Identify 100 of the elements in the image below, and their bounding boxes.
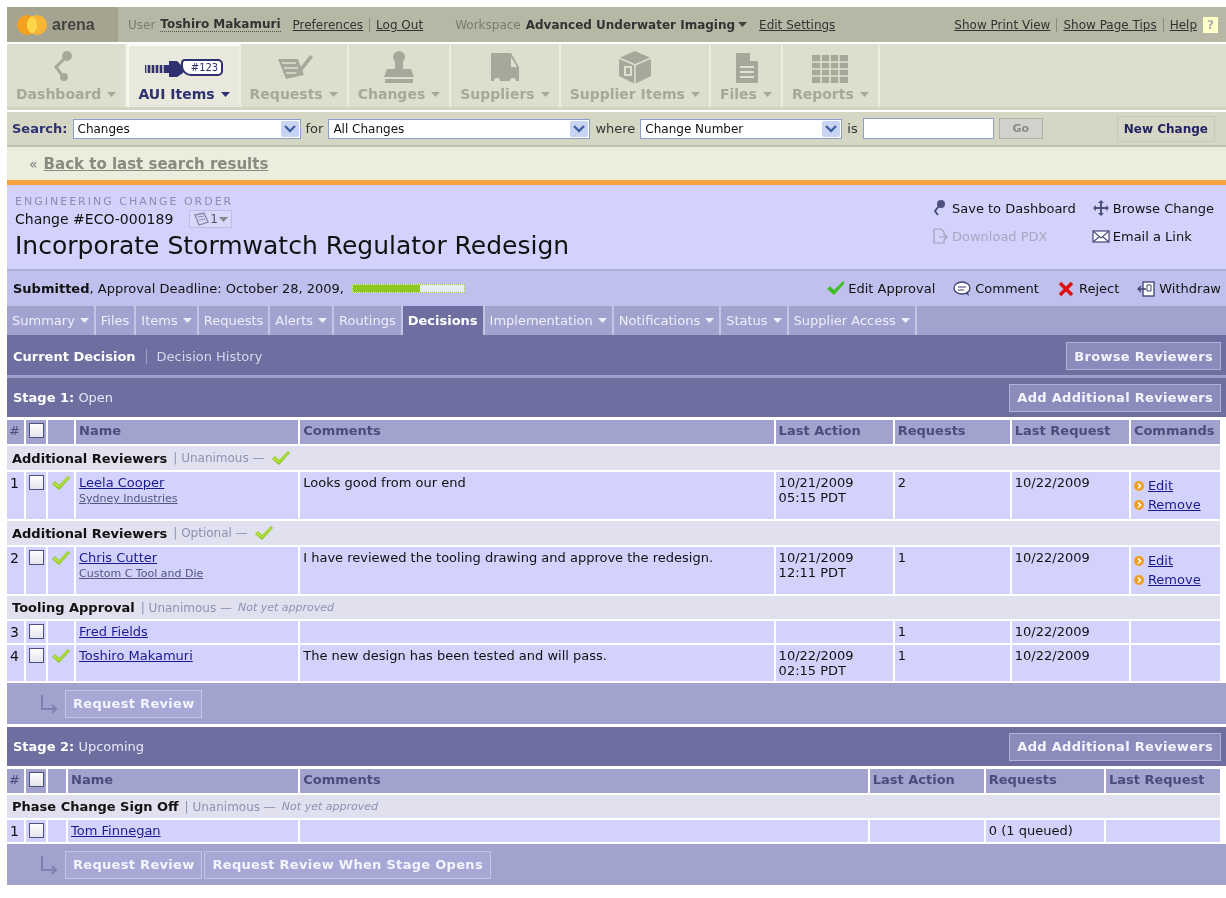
table-cell: 2	[894, 472, 1012, 521]
reviewer-link[interactable]: Chris Cutter	[79, 550, 296, 565]
table-cell: 10/22/2009	[1011, 547, 1131, 596]
column-header: #	[7, 769, 26, 795]
company-link[interactable]: Sydney Industries	[79, 492, 296, 505]
approval-status: Not yet approved	[238, 601, 335, 614]
column-header: #	[7, 420, 26, 446]
approval-rule: | Optional —	[173, 526, 248, 540]
checkbox[interactable]	[29, 423, 44, 438]
table-cell: 1	[7, 820, 26, 844]
nav-tab-label: AUI Items	[138, 86, 215, 102]
table-cell: 10/22/2009	[1011, 472, 1131, 521]
column-header: Last Action	[775, 420, 895, 446]
approval-rule: | Unanimous —	[184, 799, 276, 814]
dropdown-field[interactable]: Changes	[72, 118, 301, 139]
user-label: User	[128, 17, 156, 32]
logo-text: arena	[52, 15, 95, 34]
check-icon	[826, 279, 845, 298]
table-cell: I have reviewed the tooling drawing and approve the redesign.	[300, 547, 776, 596]
status-action-link[interactable]: Comment	[953, 279, 1039, 298]
command-link[interactable]: Remove	[1133, 497, 1217, 512]
tag-badge: #123	[180, 58, 224, 76]
column-header: Last Request	[1011, 420, 1131, 446]
top-link[interactable]: Log Out	[369, 17, 430, 32]
stage-title: Stage 2: Upcoming	[13, 739, 145, 754]
status-text: Submitted, Approval Deadline: October 28, 2009,	[13, 281, 344, 296]
search-label: Search:	[12, 121, 68, 136]
dropdown-field[interactable]: All Changes	[328, 118, 591, 139]
caret-icon	[220, 91, 230, 97]
back-link[interactable]: Back to last search results	[43, 154, 269, 173]
column-header: Requests	[894, 420, 1012, 446]
status-action-link[interactable]: Withdraw	[1137, 279, 1221, 298]
column-header: Last Action	[869, 769, 986, 795]
envelope-icon	[1091, 227, 1110, 245]
checkbox[interactable]	[29, 772, 44, 787]
tab[interactable]: Decisions	[402, 306, 485, 335]
header-action-link[interactable]: Save to Dashboard	[931, 199, 1076, 217]
caret-icon	[859, 91, 869, 97]
top-link[interactable]: Show Page Tips	[1056, 17, 1163, 32]
browse-reviewers-button[interactable]: Browse Reviewers	[1066, 342, 1221, 370]
change-number: Change #ECO-000189	[15, 211, 174, 227]
change-type: ENGINEERING CHANGE ORDER	[15, 195, 235, 208]
status-action-link[interactable]: Reject	[1056, 279, 1120, 298]
table-cell: 4	[7, 645, 26, 683]
edit-settings-link[interactable]: Edit Settings	[753, 17, 842, 32]
checkbox[interactable]	[29, 648, 44, 663]
caret-icon	[705, 318, 715, 323]
approval-status: Not yet approved	[281, 800, 378, 813]
pages-icon	[193, 212, 210, 226]
add-reviewers-button[interactable]: Add Additional Reviewers	[1009, 383, 1221, 412]
decision-tab[interactable]: Decision History	[145, 348, 273, 364]
command-link[interactable]: Edit	[1133, 478, 1217, 493]
caret-icon	[318, 318, 328, 323]
where-label: where	[595, 121, 636, 136]
table-cell: 1	[894, 645, 1012, 683]
decision-tab[interactable]: Current Decision	[13, 348, 146, 364]
top-link[interactable]: Show Print View	[948, 17, 1057, 32]
table-cell: 3	[7, 621, 26, 645]
caret-icon	[690, 91, 700, 97]
table-cell: 10/22/2009	[1011, 645, 1131, 683]
table-cell: 1	[894, 621, 1012, 645]
checkbox[interactable]	[29, 624, 44, 639]
new-change-button[interactable]: New Change	[1116, 115, 1215, 142]
caret-icon	[107, 91, 117, 97]
for-label: for	[305, 121, 324, 136]
double-arrow-icon: «	[29, 155, 38, 172]
arrow-bullet-icon	[1133, 555, 1144, 566]
reviewer-link[interactable]: Leela Cooper	[79, 475, 296, 490]
speech-bubble-icon	[953, 279, 972, 298]
search-field[interactable]	[862, 118, 994, 139]
caret-icon	[182, 318, 192, 323]
checkbox[interactable]	[29, 823, 44, 838]
caret-icon	[738, 22, 748, 27]
arrow-bullet-icon	[1133, 499, 1144, 510]
checkbox[interactable]	[29, 550, 44, 565]
caret-icon	[328, 91, 338, 97]
revision-button[interactable]: 1	[189, 210, 232, 228]
top-link[interactable]: Preferences	[286, 17, 370, 32]
checkbox[interactable]	[29, 475, 44, 490]
table-cell: 1	[894, 547, 1012, 596]
dropdown-field[interactable]: Change Number	[640, 118, 843, 139]
caret-icon	[772, 318, 782, 323]
stage-title: Stage 1: Open	[13, 390, 114, 405]
chevron-icon	[280, 120, 299, 137]
command-link[interactable]: Remove	[1133, 572, 1217, 587]
status-action-link[interactable]: Edit Approval	[826, 279, 936, 298]
close-icon	[1056, 279, 1075, 298]
nav-tab[interactable]: #123 AUI Items	[127, 44, 241, 107]
header-action-link[interactable]: Browse Change	[1091, 199, 1214, 217]
workspace-dropdown[interactable]: Advanced Underwater Imaging	[525, 17, 748, 32]
header-action-link[interactable]: Email a Link	[1091, 227, 1214, 245]
is-label: is	[847, 121, 858, 136]
company-link[interactable]: Custom C Tool and Die	[79, 567, 296, 580]
table-cell: 10/22/2009	[1011, 621, 1131, 645]
change-title: Incorporate Stormwatch Regulator Redesign	[15, 231, 570, 260]
column-header: Last Request	[1105, 769, 1222, 795]
column-header: Name	[68, 769, 301, 795]
command-link[interactable]: Edit	[1133, 553, 1217, 568]
add-reviewers-button[interactable]: Add Additional Reviewers	[1009, 732, 1221, 761]
caret-icon	[900, 318, 910, 323]
